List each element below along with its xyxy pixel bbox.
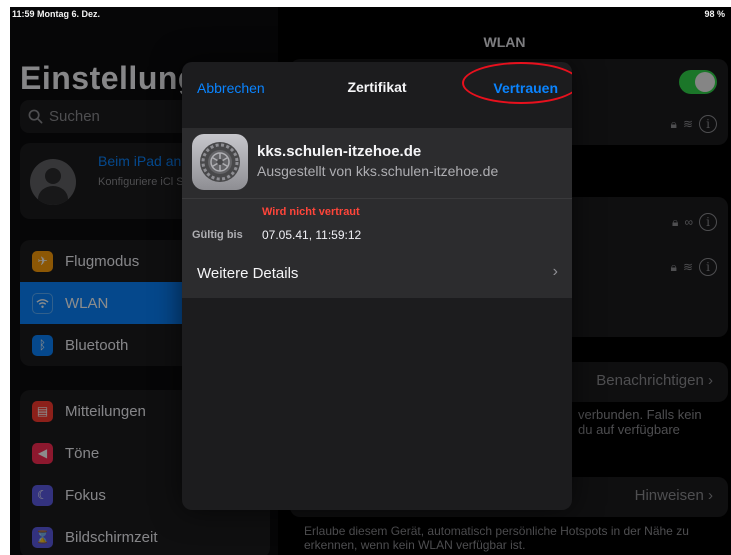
status-time: 11:59 Montag 6. Dez. (12, 9, 101, 19)
divider (182, 198, 572, 199)
certificate-name: kks.schulen-itzehoe.de (257, 143, 422, 160)
more-details-label: Weitere Details (197, 264, 299, 282)
trust-warning: Wird nicht vertraut (262, 206, 360, 218)
more-details-row[interactable]: Weitere Details › (182, 250, 572, 296)
chevron-right-icon: › (552, 263, 558, 280)
settings-gear-icon (192, 134, 248, 190)
cancel-button[interactable]: Abbrechen (197, 80, 265, 96)
ipad-screen: Einstellung Suchen Beim iPad an Konfigur… (10, 7, 731, 555)
battery-status: 98 % (704, 9, 725, 19)
certificate-modal: Abbrechen Zertifikat Vertrauen kks.schul… (182, 62, 572, 510)
certificate-issuer: Ausgestellt von kks.schulen-itzehoe.de (257, 163, 499, 179)
valid-until-value: 07.05.41, 11:59:12 (262, 228, 362, 242)
valid-until-label: Gültig bis (192, 229, 243, 241)
certificate-info-card: kks.schulen-itzehoe.de Ausgestellt von k… (182, 128, 572, 298)
trust-highlight-ring (462, 62, 572, 104)
